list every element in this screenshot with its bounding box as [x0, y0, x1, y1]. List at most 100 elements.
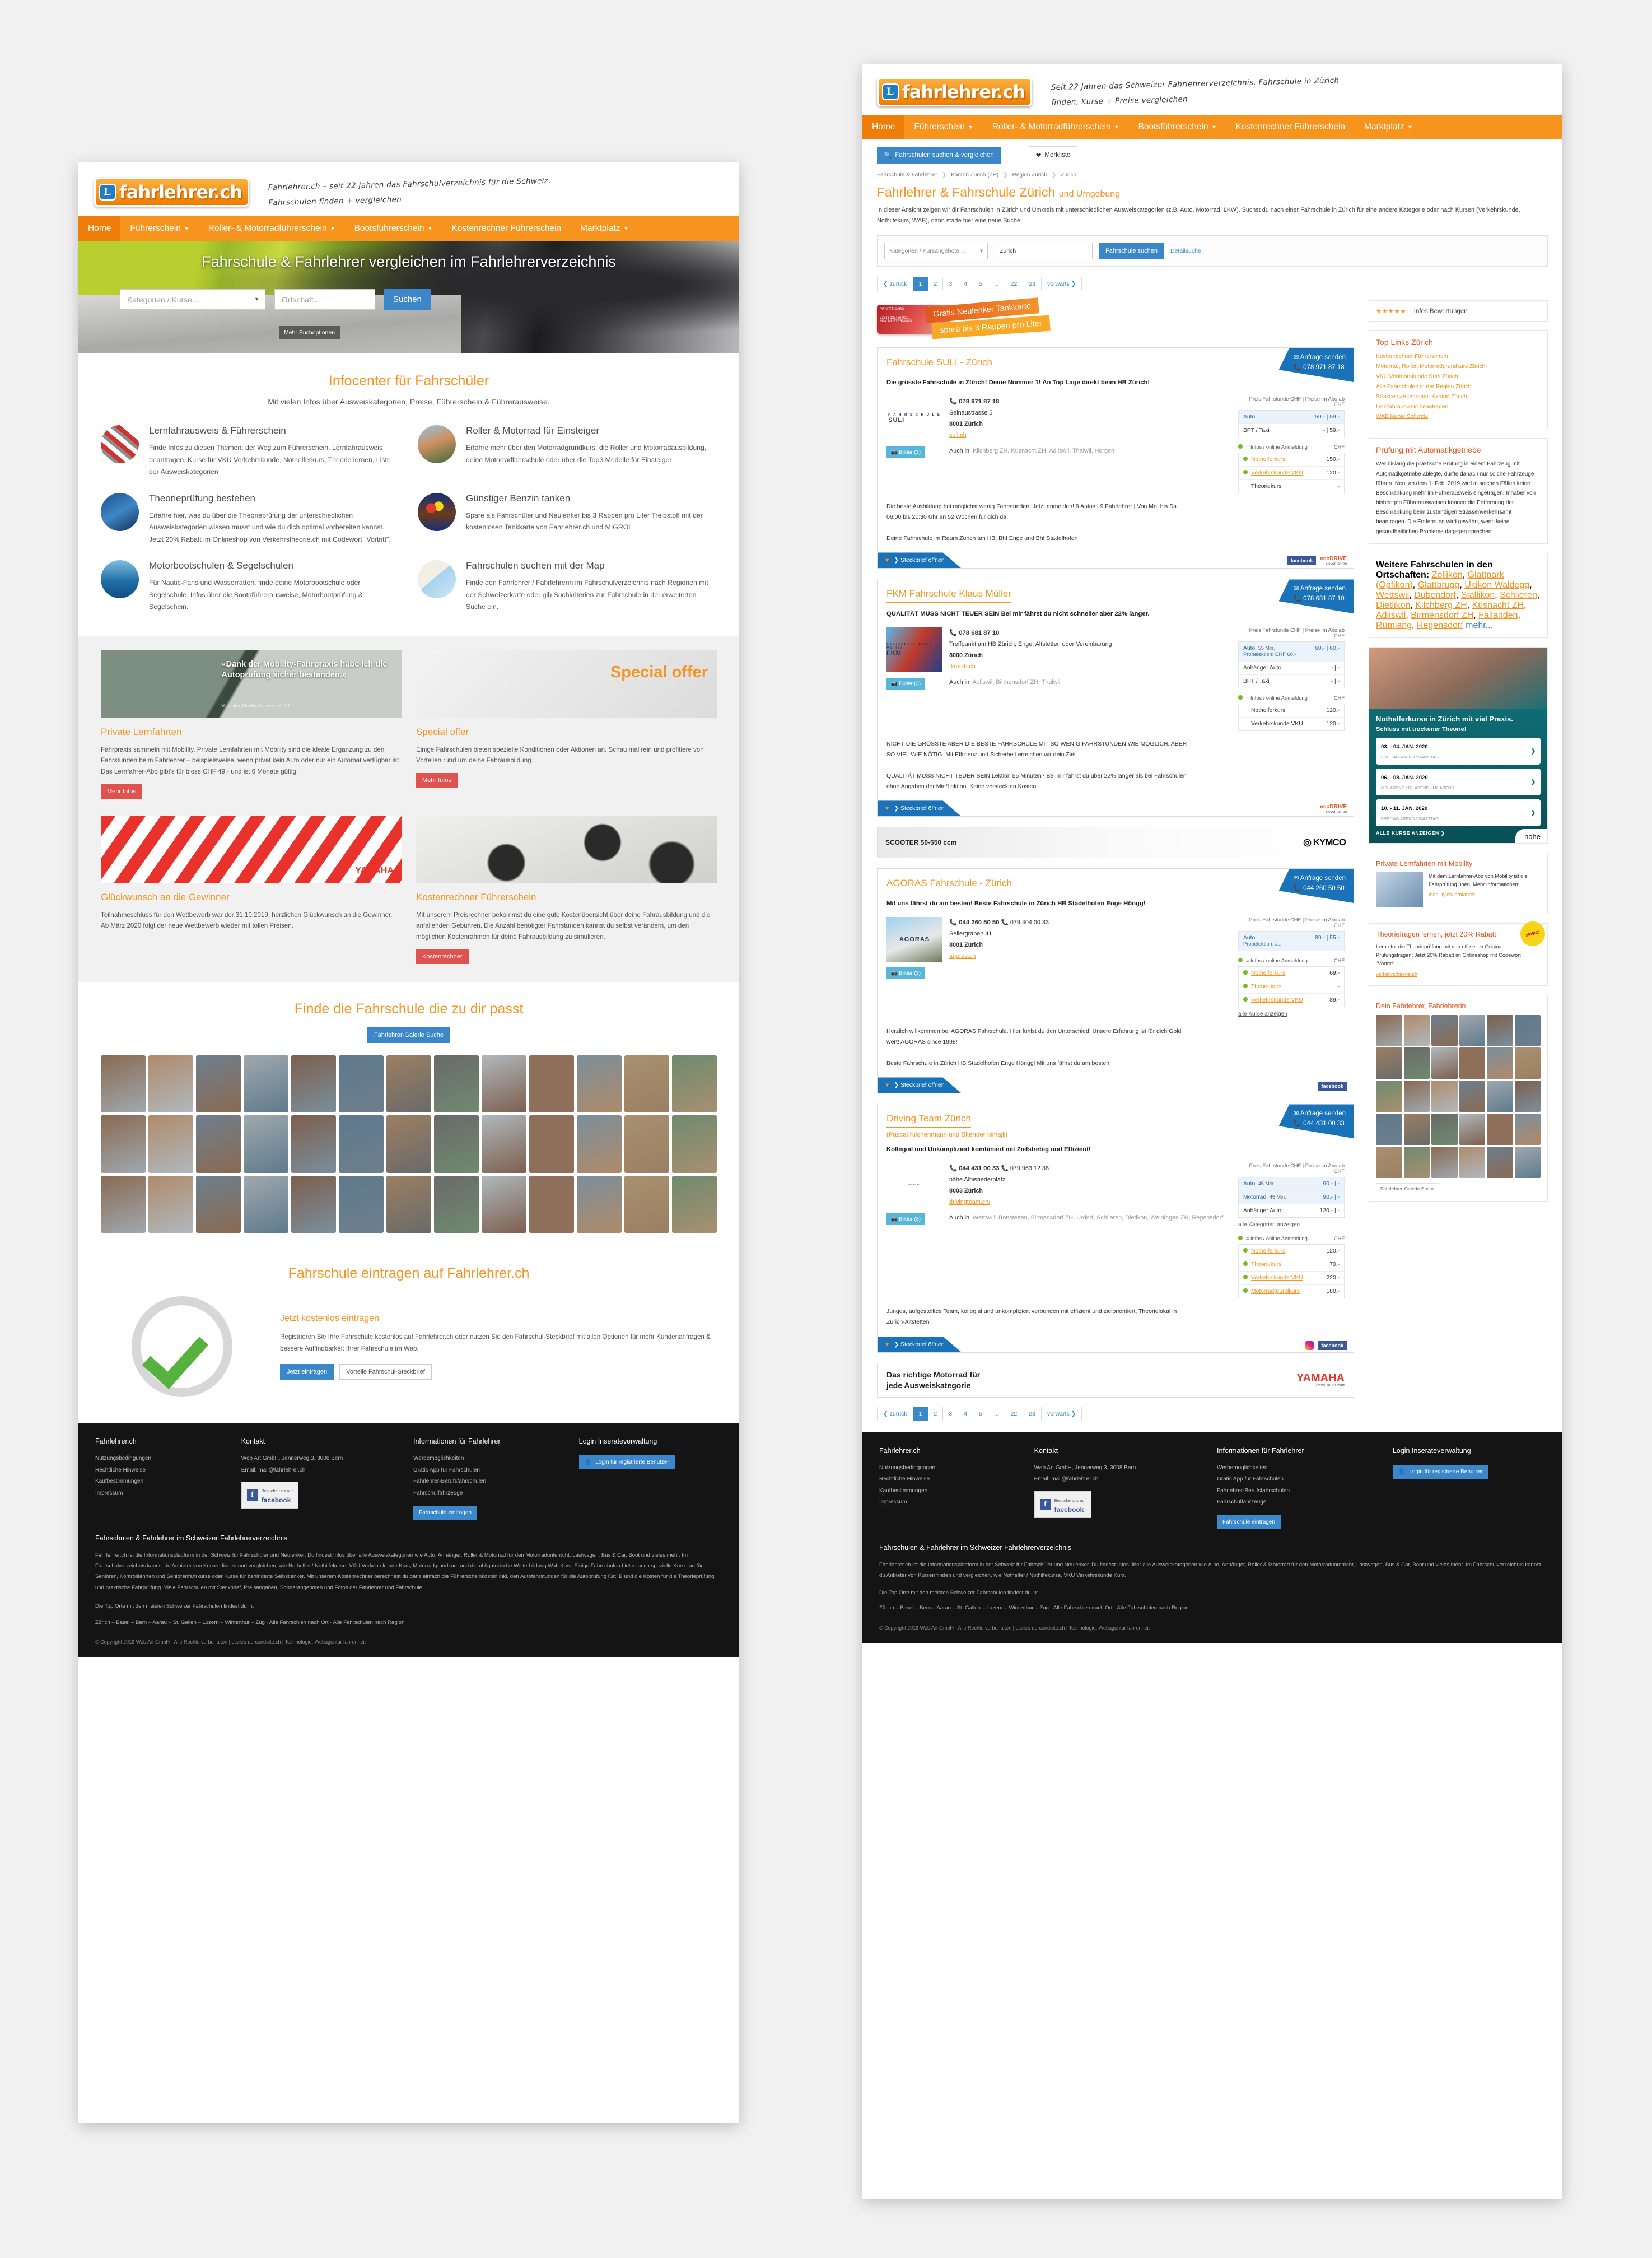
nohe-course-date[interactable]: 06. - 08. JAN. 2020 MO. ABEND / DI. ABEND…	[1376, 769, 1541, 796]
bilder-button[interactable]: 📷 Bilder (3)	[886, 446, 926, 458]
category-select[interactable]: Kategorien / Kursangebote... ▾	[884, 243, 988, 260]
heart-icon[interactable]: ♥	[885, 1082, 889, 1088]
hero-search-button[interactable]: Suchen	[384, 289, 431, 310]
instructor-photo[interactable]	[1514, 1146, 1541, 1178]
detail-search-link[interactable]: Detailsuche	[1170, 248, 1201, 254]
nav-item-marktplatz[interactable]: Marktplatz ▼	[571, 216, 638, 241]
instructor-photo[interactable]	[529, 1175, 574, 1233]
kurs-label[interactable]: Verkehrskunde VKU	[1251, 997, 1303, 1003]
top-link[interactable]: VKU Verkehrskunde Kurs Zürich	[1376, 372, 1541, 382]
instagram-icon[interactable]	[1305, 1340, 1314, 1350]
nav-item-kostenrechner-f-hrerschein[interactable]: Kostenrechner Führerschein	[1226, 115, 1355, 139]
breadcrumb-item[interactable]: Zürich	[1061, 172, 1076, 178]
instructor-photo[interactable]	[1376, 1014, 1402, 1046]
instructor-photo[interactable]	[1487, 1014, 1513, 1046]
ortschaft-link[interactable]: Wettswil	[1376, 590, 1409, 600]
instructor-photo[interactable]	[672, 1115, 717, 1173]
ortschaft-link[interactable]: Stallikon	[1461, 590, 1495, 600]
instructor-photo[interactable]	[529, 1115, 574, 1173]
listing-title[interactable]: AGORAS Fahrschule - Zürich	[886, 878, 1012, 893]
listing-phone[interactable]: 📞 078 681 87 10	[949, 630, 999, 636]
instructor-photo[interactable]	[577, 1115, 622, 1173]
kurs-row[interactable]: Nothelferkurs 150.-	[1239, 453, 1344, 467]
instructor-photo[interactable]	[1459, 1114, 1485, 1145]
instructor-photo[interactable]	[1487, 1114, 1513, 1145]
listing-title[interactable]: FKM Fahrschule Klaus Müller	[886, 588, 1011, 603]
facebook-icon[interactable]: facebook	[1318, 1340, 1347, 1350]
top-link[interactable]: Kostenrechner Führerschein	[1376, 352, 1541, 362]
anfrage-phone[interactable]: 📞 078 971 87 18	[1294, 363, 1346, 373]
nav-item-f-hrerschein[interactable]: Führerschein ▼	[904, 115, 982, 139]
facebook-icon[interactable]: facebook	[1287, 556, 1317, 566]
theorie-ad-box[interactable]: Theoriefragen lernen, jetzt 20% Rabatt L…	[1369, 919, 1548, 986]
footer-link[interactable]: Rechtliche Hinweise	[95, 1465, 232, 1477]
pagination-page-22[interactable]: 22	[1005, 1407, 1024, 1421]
instructor-photo[interactable]	[1403, 1146, 1430, 1178]
instructor-photo[interactable]	[1514, 1081, 1541, 1112]
instructor-photo[interactable]	[672, 1055, 717, 1113]
instructor-gallery-caption[interactable]: Fahrlehrer-Galerie Suche	[1376, 1182, 1439, 1194]
instructor-photo[interactable]	[482, 1175, 526, 1233]
driving-school-listing[interactable]: ✉ Anfrage senden 📞 044 260 50 50 AGORAS Fa…	[877, 868, 1354, 1094]
pagination-page-2[interactable]: 2	[928, 1407, 944, 1421]
steckbrief-button[interactable]: ♥ ❯ Steckbrief öffnen	[878, 1336, 962, 1352]
ortschaft-link[interactable]: Dübendorf	[1414, 590, 1456, 600]
instructor-photo[interactable]	[529, 1055, 574, 1113]
ortschaft-link[interactable]: Birmensdorf ZH	[1411, 611, 1473, 620]
ortschaft-link[interactable]: Adliswil	[1376, 611, 1406, 620]
mobility-ad-box[interactable]: Private Lernfahrten mit Mobility Mit dem…	[1369, 853, 1548, 915]
kymco-ad-banner[interactable]: SCOOTER 50-550 ccm ◎ KYMCO	[877, 827, 1354, 859]
all-categories-link[interactable]: alle Kategorien anzeigen	[1238, 1222, 1300, 1228]
pagination-next[interactable]: vorwärts ❯	[1042, 1407, 1082, 1421]
footer-link[interactable]: Fahrschulfahrzeuge	[413, 1488, 570, 1500]
instructor-photo[interactable]	[1403, 1047, 1430, 1079]
breadcrumb-item[interactable]: Region Zürich	[1012, 172, 1047, 178]
instructor-photo[interactable]	[1487, 1047, 1513, 1079]
instructor-photo[interactable]	[386, 1115, 431, 1173]
category-select[interactable]: Kategorien / Kurse... ▾	[120, 289, 265, 310]
footer-link[interactable]: Gratis App für Fahrschulen	[1217, 1474, 1384, 1486]
footer-link[interactable]: Nutzungsbedingungen	[95, 1453, 232, 1465]
location-input[interactable]: Zürich	[995, 243, 1093, 260]
kurs-row[interactable]: Verkehrskunde VKU 220.-	[1239, 1272, 1344, 1285]
instructor-photo[interactable]	[624, 1115, 669, 1173]
more-options-button[interactable]: Mehr Suchoptionen	[279, 326, 340, 339]
instructor-photo[interactable]	[386, 1055, 431, 1113]
instructor-photo[interactable]	[1459, 1146, 1485, 1178]
nav-item-home[interactable]: Home	[78, 216, 121, 241]
instructor-photo[interactable]	[1431, 1081, 1458, 1112]
theorie-link[interactable]: verkehrstheorie.ch	[1376, 971, 1417, 977]
register-primary-button[interactable]: Jetzt eintragen	[280, 1363, 334, 1380]
kurs-label[interactable]: Nothelferkurs	[1251, 457, 1285, 463]
instructor-photo[interactable]	[101, 1175, 146, 1233]
instructor-photo[interactable]	[1403, 1014, 1430, 1046]
instructor-photo[interactable]	[339, 1115, 384, 1173]
listing-website[interactable]: suli.ch	[949, 432, 967, 439]
ortschaft-link[interactable]: Glattbrugg	[1418, 580, 1460, 590]
anfrage-phone[interactable]: 📞 044 431 00 33	[1294, 1119, 1346, 1129]
nohe-date-list[interactable]: 03. - 04. JAN. 2020 FREITAG ABEND / SAMST…	[1376, 738, 1541, 827]
ortschaft-link[interactable]: Küsnacht ZH	[1472, 600, 1524, 610]
listing-website[interactable]: drivingteam.ch/	[949, 1199, 990, 1205]
footer-city-links[interactable]: Zürich – Basel – Bern – Aarau – St. Gall…	[879, 1603, 1546, 1613]
infocenter-item[interactable]: Motorbootschulen & Segelschulen Für Nauti…	[101, 560, 400, 613]
yamaha-ad-banner[interactable]: Das richtige Motorrad für jede Ausweiska…	[877, 1362, 1354, 1398]
driving-school-listing[interactable]: ✉ Anfrage senden 📞 078 971 87 18 Fahrschul…	[877, 347, 1354, 569]
pagination-page-...[interactable]: ...	[988, 277, 1005, 291]
footer-city-links[interactable]: Zürich – Basel – Bern – Aarau – St. Gall…	[95, 1617, 722, 1628]
kurs-label[interactable]: Theoriekurs	[1251, 1261, 1281, 1268]
anfrage-phone[interactable]: 📞 044 260 50 50	[1294, 884, 1346, 894]
instructor-photo[interactable]	[148, 1055, 193, 1113]
pagination-bottom[interactable]: ❮ zurück 1 2 3 4 5... 22 23 vorwärts ❯	[877, 1406, 1082, 1421]
instructor-photo-grid[interactable]	[101, 1055, 717, 1233]
nav-item-roller-motorradf-hrerschein[interactable]: Roller- & Motorradführerschein ▼	[199, 216, 345, 241]
pagination-page-23[interactable]: 23	[1023, 277, 1042, 291]
kurs-row[interactable]: Nothelferkurs 120.-	[1239, 1245, 1344, 1258]
instructor-photo[interactable]	[1376, 1081, 1402, 1112]
footer-link[interactable]: Kaufbestimmungen	[879, 1486, 1025, 1497]
listing-title[interactable]: Driving Team Zürich	[886, 1113, 971, 1128]
instructor-photo[interactable]	[148, 1115, 193, 1173]
pagination-next[interactable]: vorwärts ❯	[1042, 277, 1082, 291]
hero-search-bar[interactable]: Kategorien / Kurse... ▾ Ortschaft... Suc…	[120, 289, 431, 310]
ortschaft-link[interactable]: Regensdorf	[1417, 621, 1463, 630]
